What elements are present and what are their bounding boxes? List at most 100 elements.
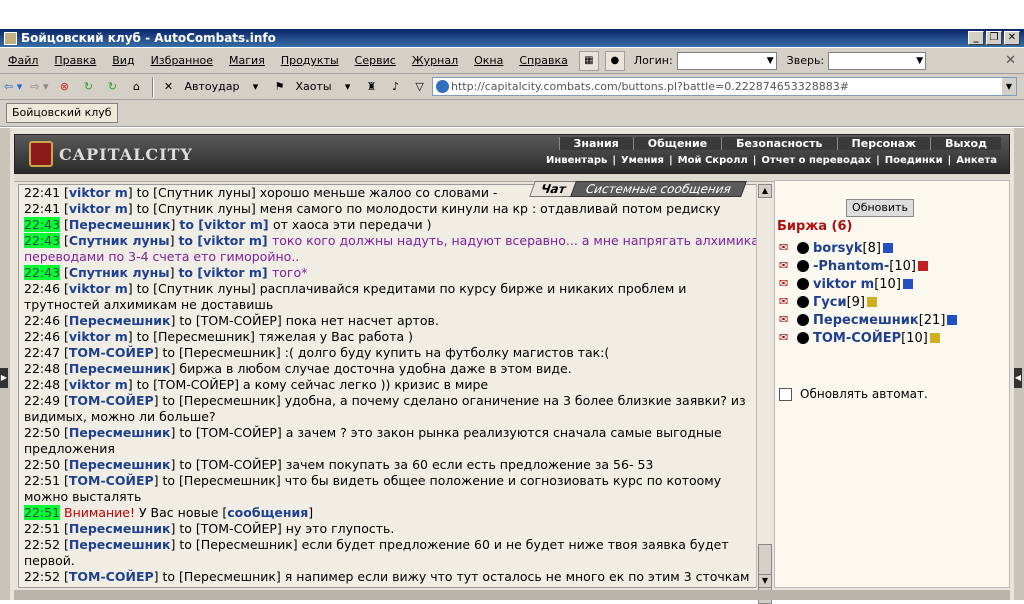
chat-time[interactable]: 22:43: [24, 217, 61, 232]
chat-time[interactable]: 22:41: [24, 201, 60, 216]
chat-author[interactable]: Пересмешник: [69, 537, 171, 552]
chaos-icon[interactable]: ⚑: [269, 77, 289, 97]
chat-author[interactable]: Пересмешник: [69, 521, 171, 536]
info-icon[interactable]: [882, 243, 893, 253]
access-icon[interactable]: ✉: [779, 259, 795, 273]
chat-author[interactable]: Пересмешник: [69, 313, 171, 328]
chat-recipient[interactable]: Спутник луны: [158, 201, 251, 216]
menu-favorites[interactable]: Избранное: [143, 54, 221, 67]
access-icon[interactable]: ✉: [779, 313, 795, 327]
tools-icon[interactable]: ✕: [159, 77, 179, 97]
chat-recipient[interactable]: Пересмешник: [184, 473, 276, 488]
nav-security[interactable]: Безопасность: [721, 137, 837, 150]
chat-time[interactable]: 22:46: [24, 313, 60, 328]
menu-windows[interactable]: Окна: [466, 54, 511, 67]
messages-link[interactable]: сообщения: [227, 505, 308, 520]
chevron-down-icon[interactable]: ▾: [245, 77, 265, 97]
info-icon[interactable]: [917, 261, 928, 271]
chat-time[interactable]: 22:52: [24, 569, 60, 584]
chat-recipient[interactable]: ТОМ-СОЙЕР: [201, 457, 277, 472]
chat-author[interactable]: ТОМ-СОЙЕР: [69, 569, 154, 584]
chat-recipient[interactable]: Спутник луны: [158, 281, 251, 296]
chat-author[interactable]: viktor m: [69, 329, 128, 344]
login-select[interactable]: ▼: [676, 51, 777, 70]
nav-scroll[interactable]: Мой Скролл: [674, 155, 752, 166]
user-nick[interactable]: viktor m: [813, 277, 874, 292]
access-icon[interactable]: ✉: [779, 277, 795, 291]
back-icon[interactable]: ⇦ ▾: [2, 77, 24, 97]
nav-exit[interactable]: Выход: [930, 137, 1001, 150]
nav-skills[interactable]: Умения: [617, 155, 668, 166]
tab-fight-club[interactable]: Бойцовский клуб: [6, 103, 118, 123]
stop-icon[interactable]: ⊗: [55, 77, 75, 97]
info-icon[interactable]: [929, 333, 940, 343]
chaos-button[interactable]: Хаоты: [293, 77, 333, 97]
nav-transfers[interactable]: Отчет о переводах: [757, 155, 875, 166]
chat-private-to[interactable]: to [viktor m]: [178, 265, 272, 280]
chat-time[interactable]: 22:51: [24, 505, 61, 520]
bulb-icon[interactable]: ●: [604, 50, 625, 71]
refresh-button[interactable]: Обновить: [846, 199, 914, 217]
chat-author[interactable]: Пересмешник: [69, 425, 171, 440]
refresh-icon[interactable]: ↻: [79, 77, 99, 97]
user-nick[interactable]: Пересмешник: [813, 313, 919, 328]
chat-author[interactable]: Пересмешник: [69, 457, 171, 472]
menu-view[interactable]: Вид: [104, 54, 142, 67]
chat-author[interactable]: Спутник луны: [69, 265, 170, 280]
access-icon[interactable]: ✉: [779, 295, 795, 309]
pet-select[interactable]: ▼: [828, 51, 927, 70]
user-nick[interactable]: ТОМ-СОЙЕР: [813, 331, 901, 346]
menu-journal[interactable]: Журнал: [404, 54, 466, 67]
expand-right-icon[interactable]: ◀: [1014, 368, 1022, 388]
tool-icon[interactable]: ▦: [578, 50, 599, 71]
menu-help[interactable]: Справка: [511, 54, 575, 67]
chat-time[interactable]: 22:46: [24, 281, 60, 296]
scroll-down-icon[interactable]: ▼: [758, 574, 772, 588]
nav-profile[interactable]: Анкета: [952, 155, 1001, 166]
maximize-button[interactable]: ❐: [986, 31, 1002, 45]
info-icon[interactable]: [867, 297, 877, 307]
chevron-down-icon[interactable]: ▼: [1002, 78, 1016, 95]
chat-recipient[interactable]: ТОМ-СОЙЕР: [201, 313, 277, 328]
nav-character[interactable]: Персонаж: [836, 137, 931, 150]
chat-recipient[interactable]: Пересмешник: [158, 329, 250, 344]
chevron-down-icon[interactable]: ▾: [338, 77, 358, 97]
nav-knowledge[interactable]: Знания: [558, 137, 633, 150]
nav-fights[interactable]: Поединки: [881, 155, 947, 166]
chat-time[interactable]: 22:49: [24, 393, 60, 408]
chat-author[interactable]: ТОМ-СОЙЕР: [69, 473, 154, 488]
filter-icon[interactable]: ▽: [410, 77, 430, 97]
chat-author[interactable]: viktor m: [69, 281, 128, 296]
chat-time[interactable]: 22:50: [24, 425, 60, 440]
user-nick[interactable]: borsyk: [813, 241, 863, 256]
chat-time[interactable]: 22:41: [24, 185, 60, 200]
chat-author[interactable]: Спутник луны: [69, 233, 170, 248]
chat-time[interactable]: 22:43: [24, 265, 61, 280]
chat-time[interactable]: 22:43: [24, 233, 61, 248]
sound-icon[interactable]: ♪: [386, 77, 406, 97]
close-window-button[interactable]: ✕: [1004, 31, 1020, 45]
autohit-button[interactable]: Автоудар: [183, 77, 242, 97]
chat-author[interactable]: ТОМ-СОЙЕР: [69, 345, 154, 360]
user-nick[interactable]: Гуси: [813, 295, 847, 310]
minimize-button[interactable]: _: [968, 31, 984, 45]
group-icon[interactable]: ♜: [362, 77, 382, 97]
scroll-up-icon[interactable]: ▲: [758, 184, 772, 198]
nav-communication[interactable]: Общение: [632, 137, 722, 150]
menu-file[interactable]: Файл: [0, 54, 46, 67]
menu-edit[interactable]: Правка: [46, 54, 104, 67]
info-icon[interactable]: [902, 279, 913, 289]
menu-service[interactable]: Сервис: [347, 54, 404, 67]
nav-inventory[interactable]: Инвентарь: [542, 155, 611, 166]
chat-recipient[interactable]: Спутник луны: [158, 185, 251, 200]
chat-time[interactable]: 22:50: [24, 457, 60, 472]
chat-recipient[interactable]: ТОМ-СОЙЕР: [201, 425, 277, 440]
info-icon[interactable]: [947, 315, 958, 325]
chat-recipient[interactable]: ТОМ-СОЙЕР: [158, 377, 234, 392]
chat-author[interactable]: ТОМ-СОЙЕР: [69, 393, 154, 408]
close-icon[interactable]: ✕: [1005, 53, 1016, 68]
chat-author[interactable]: Пересмешник: [69, 361, 171, 376]
auto-refresh[interactable]: Обновлять автомат.: [779, 387, 928, 401]
chat-author[interactable]: viktor m: [69, 185, 128, 200]
chat-scrollbar[interactable]: ▲ ▼: [756, 184, 772, 604]
